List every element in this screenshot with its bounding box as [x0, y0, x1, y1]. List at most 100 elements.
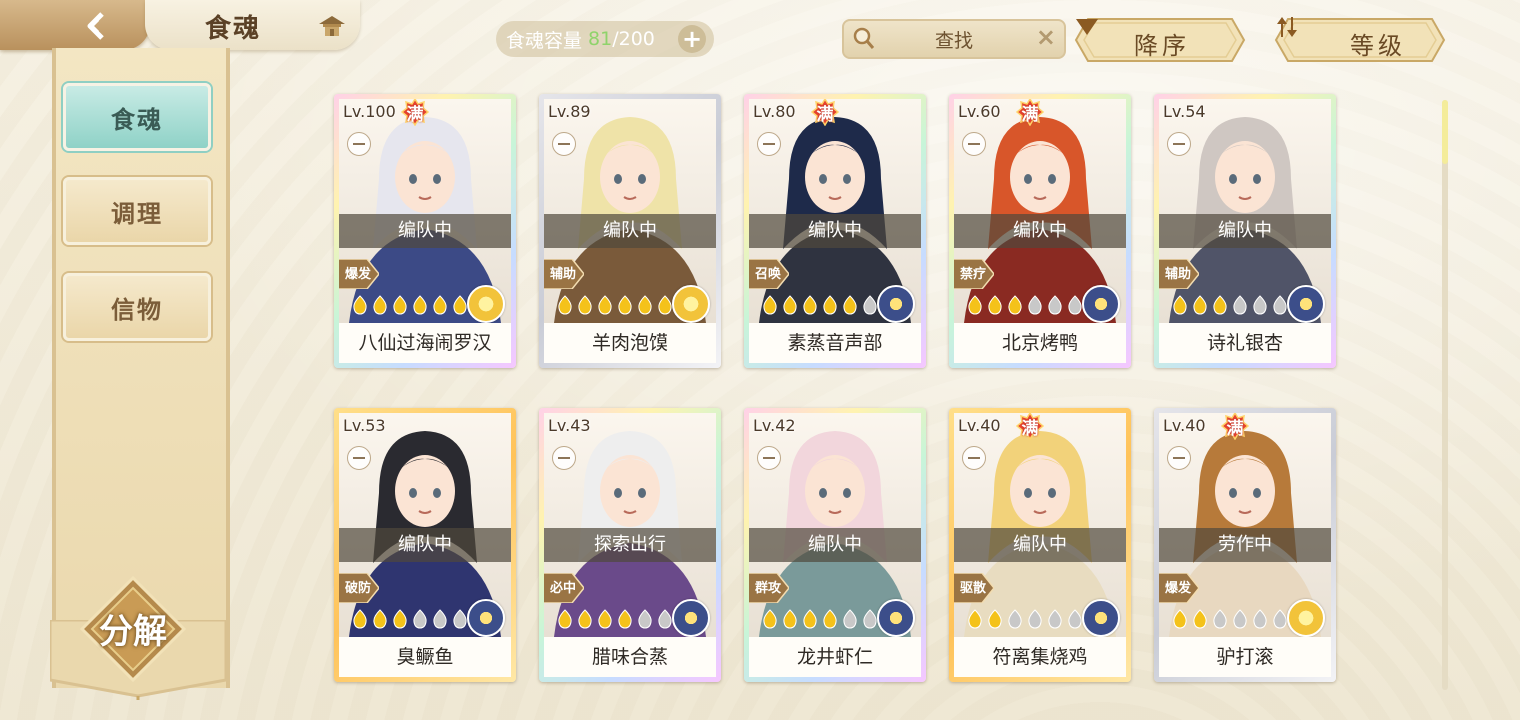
scroll-thumb[interactable] [1442, 100, 1448, 164]
status-label: 探索出行 [544, 528, 716, 562]
capacity-max: 200 [618, 28, 655, 50]
pavilion-icon[interactable] [317, 14, 347, 38]
flame-star-icon [1048, 609, 1062, 629]
expand-capacity-button[interactable]: + [678, 25, 706, 53]
level-label: Lv.89 [548, 102, 591, 121]
blue-flower-icon [877, 599, 915, 637]
blue-flower-icon [467, 599, 505, 637]
blue-flower-icon [1082, 599, 1120, 637]
star-rating [351, 609, 469, 629]
capacity-indicator: 食魂容量 81 / 200 + [496, 21, 714, 57]
lock-toggle-icon[interactable] [552, 132, 576, 156]
food-soul-card[interactable]: Lv.43 探索出行 必中 腊味合蒸 [539, 408, 721, 682]
flame-star-icon [1233, 295, 1247, 315]
flame-star-icon [783, 609, 797, 629]
gold-flower-icon [1287, 599, 1325, 637]
flame-star-icon [968, 609, 982, 629]
food-soul-card[interactable]: Lv.40 满编队中 驱散 符离集烧鸡 [949, 408, 1131, 682]
flame-star-icon [1233, 609, 1247, 629]
lock-toggle-icon[interactable] [1167, 132, 1191, 156]
flame-star-icon [558, 609, 572, 629]
sort-order-button[interactable]: 降序 [1074, 15, 1246, 65]
blue-flower-icon [1082, 285, 1120, 323]
food-soul-card[interactable]: Lv.42 编队中 群攻 龙井虾仁 [744, 408, 926, 682]
sidebar-item-label: 食魂 [111, 104, 163, 134]
lock-toggle-icon[interactable] [347, 132, 371, 156]
flame-star-icon [823, 609, 837, 629]
decompose-button[interactable]: 分解 [78, 574, 188, 684]
status-label: 编队中 [749, 528, 921, 562]
star-rating [761, 609, 879, 629]
flame-star-icon [558, 295, 572, 315]
flame-star-icon [618, 295, 632, 315]
sidebar-item-cooking[interactable]: 调理 [63, 177, 211, 245]
flame-star-icon [373, 609, 387, 629]
flame-star-icon [393, 295, 407, 315]
food-soul-card[interactable]: Lv.89 编队中 辅助 羊肉泡馍 [539, 94, 721, 368]
search-input[interactable]: 查找 × [842, 19, 1066, 59]
food-soul-card[interactable]: Lv.54 编队中 辅助 诗礼银杏 [1154, 94, 1336, 368]
star-rating [556, 295, 674, 315]
card-body: Lv.53 编队中 破防 臭鳜鱼 [339, 413, 511, 677]
card-body: Lv.42 编队中 群攻 龙井虾仁 [749, 413, 921, 677]
sort-order-label: 降序 [1134, 32, 1190, 60]
star-rating [966, 295, 1084, 315]
flame-star-icon [763, 295, 777, 315]
card-body: Lv.43 探索出行 必中 腊味合蒸 [544, 413, 716, 677]
back-icon[interactable] [80, 8, 116, 44]
sidebar-item-tokens[interactable]: 信物 [63, 273, 211, 341]
flame-star-icon [1253, 295, 1267, 315]
status-label: 编队中 [954, 528, 1126, 562]
role-label: 群攻 [754, 581, 781, 596]
sort-key-label: 等级 [1350, 32, 1406, 60]
flame-star-icon [578, 609, 592, 629]
flame-star-icon [638, 609, 652, 629]
flame-star-icon [618, 609, 632, 629]
flame-star-icon [1193, 609, 1207, 629]
star-rating [966, 609, 1084, 629]
flame-star-icon [413, 295, 427, 315]
level-label: Lv.53 [343, 416, 386, 435]
role-label: 驱散 [959, 581, 986, 596]
flame-star-icon [353, 295, 367, 315]
status-label: 编队中 [339, 214, 511, 248]
lock-toggle-icon[interactable] [962, 446, 986, 470]
card-body: Lv.89 编队中 辅助 羊肉泡馍 [544, 99, 716, 363]
descending-icon [1076, 19, 1098, 35]
sort-key-button[interactable]: 等级 [1274, 15, 1446, 65]
flame-star-icon [1028, 295, 1042, 315]
status-label: 劳作中 [1159, 528, 1331, 562]
food-soul-card[interactable]: Lv.60 满编队中 禁疗 北京烤鸭 [949, 94, 1131, 368]
sidebar-item-label: 调理 [111, 198, 163, 228]
gold-flower-icon [467, 285, 505, 323]
food-soul-card[interactable]: Lv.40 满劳作中 爆发 驴打滚 [1154, 408, 1336, 682]
lock-toggle-icon[interactable] [962, 132, 986, 156]
status-label: 编队中 [749, 214, 921, 248]
role-label: 破防 [344, 581, 371, 596]
clear-icon[interactable]: × [1036, 23, 1056, 51]
food-soul-card[interactable]: Lv.100 满编队中 爆发 八仙过海闹罗汉 [334, 94, 516, 368]
level-label: Lv.42 [753, 416, 796, 435]
flame-star-icon [823, 295, 837, 315]
decompose-label: 分解 [99, 612, 167, 652]
food-soul-card[interactable]: Lv.53 编队中 破防 臭鳜鱼 [334, 408, 516, 682]
lock-toggle-icon[interactable] [757, 132, 781, 156]
star-rating [351, 295, 469, 315]
lock-toggle-icon[interactable] [347, 446, 371, 470]
flame-star-icon [1253, 609, 1267, 629]
scrollbar[interactable] [1442, 100, 1448, 690]
level-label: Lv.54 [1163, 102, 1206, 121]
flame-star-icon [1048, 295, 1062, 315]
star-rating [761, 295, 879, 315]
status-label: 编队中 [339, 528, 511, 562]
status-label: 编队中 [954, 214, 1126, 248]
lock-toggle-icon[interactable] [552, 446, 576, 470]
lock-toggle-icon[interactable] [757, 446, 781, 470]
level-label: Lv.60 [958, 102, 1001, 121]
flame-star-icon [1213, 295, 1227, 315]
character-name: 驴打滚 [1159, 637, 1331, 677]
sidebar-item-food-souls[interactable]: 食魂 [63, 83, 211, 151]
food-soul-card[interactable]: Lv.80 满编队中 召唤 素蒸音声部 [744, 94, 926, 368]
lock-toggle-icon[interactable] [1167, 446, 1191, 470]
max-level-label: 满 [406, 105, 424, 125]
